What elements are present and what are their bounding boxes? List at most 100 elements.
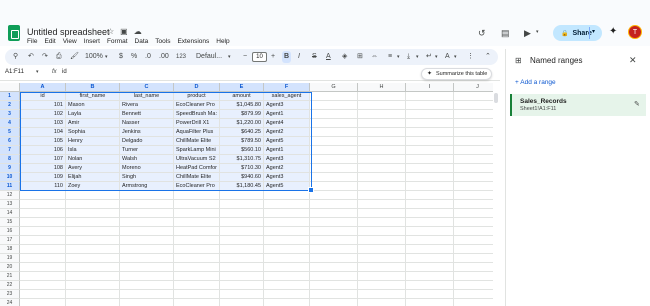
cell-a1[interactable]: id xyxy=(20,92,66,101)
cell-g22[interactable] xyxy=(310,281,358,290)
cell-g15[interactable] xyxy=(310,218,358,227)
avatar[interactable]: T xyxy=(628,25,642,39)
cell-b2[interactable]: Mason xyxy=(66,101,120,110)
cell-c3[interactable]: Bennett xyxy=(120,110,174,119)
cell-h17[interactable] xyxy=(358,236,406,245)
redo-icon[interactable]: ↷ xyxy=(42,51,48,63)
cell-h15[interactable] xyxy=(358,218,406,227)
cell-c14[interactable] xyxy=(120,209,174,218)
select-all-corner[interactable] xyxy=(0,83,20,92)
cell-j12[interactable] xyxy=(454,191,493,200)
bold-button[interactable]: B xyxy=(282,51,292,63)
cell-h2[interactable] xyxy=(358,101,406,110)
row-header-18[interactable]: 18 xyxy=(0,245,20,254)
cell-h22[interactable] xyxy=(358,281,406,290)
search-menus-icon[interactable]: ⚲ xyxy=(13,51,18,63)
column-header-g[interactable]: G xyxy=(310,83,358,92)
cell-g18[interactable] xyxy=(310,245,358,254)
cell-h6[interactable] xyxy=(358,137,406,146)
cell-c2[interactable]: Rivera xyxy=(120,101,174,110)
cell-c24[interactable] xyxy=(120,299,174,306)
meet-dropdown-icon[interactable]: ▾ xyxy=(536,29,539,35)
row-header-11[interactable]: 11 xyxy=(0,182,20,191)
cloud-status-icon[interactable]: ☁ xyxy=(134,27,142,36)
cell-i21[interactable] xyxy=(406,272,454,281)
cell-f13[interactable] xyxy=(264,200,310,209)
document-title[interactable]: Untitled spreadsheet xyxy=(27,27,110,37)
cell-b17[interactable] xyxy=(66,236,120,245)
cell-a9[interactable]: 108 xyxy=(20,164,66,173)
cell-b12[interactable] xyxy=(66,191,120,200)
name-box-dropdown-icon[interactable]: ▾ xyxy=(36,69,39,75)
cell-g21[interactable] xyxy=(310,272,358,281)
close-icon[interactable]: ✕ xyxy=(629,55,637,66)
cell-e24[interactable] xyxy=(220,299,264,306)
italic-button[interactable]: I xyxy=(298,51,300,63)
cell-g11[interactable] xyxy=(310,182,358,191)
cell-j22[interactable] xyxy=(454,281,493,290)
cell-j6[interactable] xyxy=(454,137,493,146)
cell-f22[interactable] xyxy=(264,281,310,290)
cell-d7[interactable]: SparkLamp Mini xyxy=(174,146,220,155)
row-header-8[interactable]: 8 xyxy=(0,155,20,164)
cell-g20[interactable] xyxy=(310,263,358,272)
cell-i2[interactable] xyxy=(406,101,454,110)
cell-i22[interactable] xyxy=(406,281,454,290)
cell-c9[interactable]: Moreno xyxy=(120,164,174,173)
increase-decimal-button[interactable]: .00 xyxy=(159,51,169,63)
cell-f4[interactable]: Agent4 xyxy=(264,119,310,128)
column-header-b[interactable]: B xyxy=(66,83,120,92)
cell-g4[interactable] xyxy=(310,119,358,128)
cell-h11[interactable] xyxy=(358,182,406,191)
cell-j4[interactable] xyxy=(454,119,493,128)
row-header-1[interactable]: 1 xyxy=(0,92,20,101)
cell-j24[interactable] xyxy=(454,299,493,306)
percent-format-button[interactable]: % xyxy=(131,51,137,63)
cell-a13[interactable] xyxy=(20,200,66,209)
row-header-7[interactable]: 7 xyxy=(0,146,20,155)
cell-b13[interactable] xyxy=(66,200,120,209)
cell-f20[interactable] xyxy=(264,263,310,272)
row-header-3[interactable]: 3 xyxy=(0,110,20,119)
row-header-22[interactable]: 22 xyxy=(0,281,20,290)
cell-d15[interactable] xyxy=(174,218,220,227)
column-header-f[interactable]: F xyxy=(264,83,310,92)
cell-d18[interactable] xyxy=(174,245,220,254)
cell-d1[interactable]: product xyxy=(174,92,220,101)
merge-cells-icon[interactable]: ⇔ xyxy=(371,51,378,63)
row-header-10[interactable]: 10 xyxy=(0,173,20,182)
cell-f14[interactable] xyxy=(264,209,310,218)
cell-a6[interactable]: 105 xyxy=(20,137,66,146)
cell-g9[interactable] xyxy=(310,164,358,173)
cell-f17[interactable] xyxy=(264,236,310,245)
cell-c6[interactable]: Delgado xyxy=(120,137,174,146)
summarize-table-button[interactable]: ✦ Summarize this table xyxy=(421,68,492,80)
cell-b4[interactable]: Amir xyxy=(66,119,120,128)
cell-f5[interactable]: Agent2 xyxy=(264,128,310,137)
vertical-align-icon[interactable]: ⤓ xyxy=(407,51,410,63)
cell-e12[interactable] xyxy=(220,191,264,200)
formula-input[interactable]: id xyxy=(62,69,67,75)
cell-i8[interactable] xyxy=(406,155,454,164)
cell-j18[interactable] xyxy=(454,245,493,254)
cell-i9[interactable] xyxy=(406,164,454,173)
cell-f1[interactable]: sales_agent xyxy=(264,92,310,101)
cell-g12[interactable] xyxy=(310,191,358,200)
cell-e10[interactable]: $940.60 xyxy=(220,173,264,182)
cell-e8[interactable]: $1,310.75 xyxy=(220,155,264,164)
cell-g3[interactable] xyxy=(310,110,358,119)
menu-data[interactable]: Data xyxy=(135,38,149,45)
row-header-5[interactable]: 5 xyxy=(0,128,20,137)
decrease-decimal-button[interactable]: .0 xyxy=(145,51,151,63)
cell-b16[interactable] xyxy=(66,227,120,236)
cell-h13[interactable] xyxy=(358,200,406,209)
vertical-align-dropdown-icon[interactable]: ▾ xyxy=(416,51,419,63)
cell-f8[interactable]: Agent3 xyxy=(264,155,310,164)
strikethrough-button[interactable]: S xyxy=(312,51,317,63)
cell-i18[interactable] xyxy=(406,245,454,254)
share-dropdown-icon[interactable]: ▾ xyxy=(592,28,595,35)
cell-f24[interactable] xyxy=(264,299,310,306)
cell-h16[interactable] xyxy=(358,227,406,236)
column-header-h[interactable]: H xyxy=(358,83,406,92)
cell-d22[interactable] xyxy=(174,281,220,290)
